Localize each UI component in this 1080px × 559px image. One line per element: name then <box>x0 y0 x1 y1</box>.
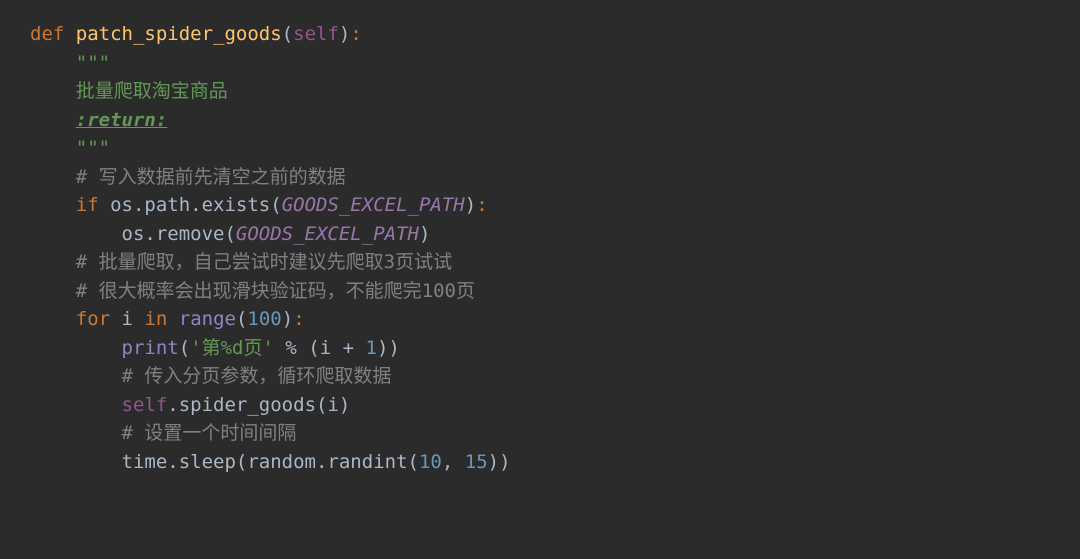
rparen2: ) <box>377 337 388 359</box>
function-name: patch_spider_goods <box>76 23 282 45</box>
param-self: self <box>293 23 339 45</box>
code-line-6: # 写入数据前先清空之前的数据 <box>30 163 1050 192</box>
num-10: 10 <box>419 451 442 473</box>
lparen: ( <box>270 194 281 216</box>
indent <box>30 451 122 473</box>
keyword-def: def <box>30 23 76 45</box>
num-100: 100 <box>247 308 281 330</box>
docstr-indent <box>30 109 76 131</box>
var-i: i <box>327 394 338 416</box>
code-line-1: def patch_spider_goods(self): <box>30 20 1050 49</box>
indent <box>30 194 76 216</box>
code-line-15: # 设置一个时间间隔 <box>30 419 1050 448</box>
rparen: ) <box>339 394 350 416</box>
indent <box>30 394 122 416</box>
os-remove: os.remove <box>122 223 225 245</box>
lparen: ( <box>236 308 247 330</box>
lparen: ( <box>236 451 247 473</box>
indent <box>30 337 122 359</box>
lparen2: ( <box>308 337 319 359</box>
builtin-print: print <box>122 337 179 359</box>
dot: . <box>167 394 178 416</box>
space <box>133 308 144 330</box>
code-line-12: print('第%d页' % (i + 1)) <box>30 334 1050 363</box>
lparen: ( <box>316 394 327 416</box>
colon: : <box>350 23 361 45</box>
code-line-14: self.spider_goods(i) <box>30 391 1050 420</box>
code-line-8: os.remove(GOODS_EXCEL_PATH) <box>30 220 1050 249</box>
time-sleep: time.sleep <box>122 451 236 473</box>
lparen2: ( <box>408 451 419 473</box>
comma: , <box>442 451 465 473</box>
random-randint: random.randint <box>247 451 407 473</box>
method-spider-goods: spider_goods <box>179 394 316 416</box>
self-ref: self <box>122 394 168 416</box>
colon: : <box>293 308 304 330</box>
op-plus: + <box>331 337 365 359</box>
code-line-2: """ <box>30 49 1050 78</box>
indent <box>30 308 76 330</box>
code-line-7: if os.path.exists(GOODS_EXCEL_PATH): <box>30 191 1050 220</box>
rparen: ) <box>499 451 510 473</box>
keyword-for: for <box>76 308 122 330</box>
lparen: ( <box>282 23 293 45</box>
docstr-return: :return: <box>76 109 168 131</box>
code-line-5: """ <box>30 134 1050 163</box>
rparen: ) <box>282 308 293 330</box>
colon: : <box>476 194 487 216</box>
rparen2: ) <box>488 451 499 473</box>
lparen: ( <box>179 337 190 359</box>
code-line-4: :return: <box>30 106 1050 135</box>
rparen: ) <box>339 23 350 45</box>
code-line-9: # 批量爬取，自己尝试时建议先爬取3页试试 <box>30 248 1050 277</box>
num-1: 1 <box>366 337 377 359</box>
indent <box>30 223 122 245</box>
string-literal: '第%d页' <box>190 337 274 359</box>
rparen: ) <box>388 337 399 359</box>
keyword-if: if <box>76 194 110 216</box>
op-percent: % <box>274 337 308 359</box>
var-i: i <box>320 337 331 359</box>
os-path-exists: os.path.exists <box>110 194 270 216</box>
var-i: i <box>122 308 133 330</box>
keyword-in: in <box>144 308 178 330</box>
code-editor[interactable]: def patch_spider_goods(self): """ 批量爬取淘宝… <box>30 20 1050 476</box>
num-15: 15 <box>465 451 488 473</box>
code-line-10: # 很大概率会出现滑块验证码，不能爬完100页 <box>30 277 1050 306</box>
code-line-13: # 传入分页参数，循环爬取数据 <box>30 362 1050 391</box>
code-line-11: for i in range(100): <box>30 305 1050 334</box>
lparen: ( <box>224 223 235 245</box>
const-goods-path: GOODS_EXCEL_PATH <box>282 194 465 216</box>
rparen: ) <box>465 194 476 216</box>
code-line-3: 批量爬取淘宝商品 <box>30 77 1050 106</box>
const-goods-path: GOODS_EXCEL_PATH <box>236 223 419 245</box>
rparen: ) <box>419 223 430 245</box>
builtin-range: range <box>179 308 236 330</box>
code-line-16: time.sleep(random.randint(10, 15)) <box>30 448 1050 477</box>
